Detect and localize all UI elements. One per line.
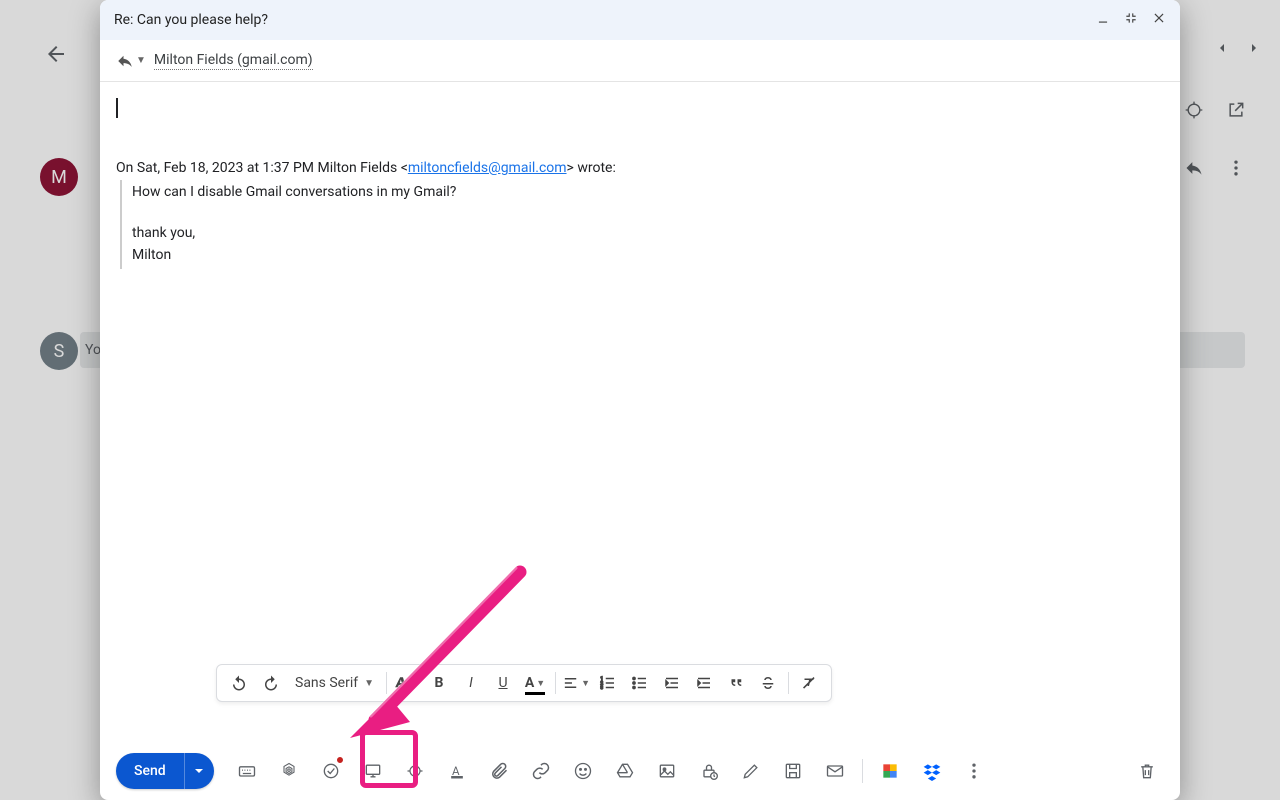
mail-icon[interactable] (818, 754, 852, 788)
grammar-icon[interactable] (314, 754, 348, 788)
bulleted-list-button[interactable] (626, 669, 654, 697)
pen-icon[interactable] (734, 754, 768, 788)
format-toolbar: Sans Serif▼ ▼ B I U A▼ ▼ 123 (216, 664, 832, 702)
send-button[interactable]: Send (116, 753, 214, 789)
chatgpt-icon[interactable] (272, 754, 306, 788)
photos-icon[interactable] (873, 754, 907, 788)
font-size-button[interactable]: ▼ (393, 669, 421, 697)
attach-icon[interactable] (482, 754, 516, 788)
emoji-icon[interactable] (566, 754, 600, 788)
minimize-icon[interactable] (1096, 11, 1110, 29)
compose-header: Re: Can you please help? (100, 0, 1180, 40)
underline-button[interactable]: U (489, 669, 517, 697)
discard-icon[interactable] (1130, 754, 1164, 788)
recipient-chip[interactable]: Milton Fields (gmail.com) (154, 52, 313, 70)
save-icon[interactable] (776, 754, 810, 788)
font-family-button[interactable]: Sans Serif▼ (289, 669, 380, 697)
bold-button[interactable]: B (425, 669, 453, 697)
indent-less-button[interactable] (658, 669, 686, 697)
compose-window: Re: Can you please help? ▼ Milton Fields… (100, 0, 1180, 800)
align-button[interactable]: ▼ (562, 669, 590, 697)
recipient-row[interactable]: ▼ Milton Fields (gmail.com) (100, 40, 1180, 82)
send-more-button[interactable] (184, 753, 214, 789)
screen-icon[interactable] (356, 754, 390, 788)
quote-intro: On Sat, Feb 18, 2023 at 1:37 PM Milton F… (116, 158, 1164, 178)
italic-button[interactable]: I (457, 669, 485, 697)
link-icon[interactable] (524, 754, 558, 788)
strikethrough-button[interactable] (754, 669, 782, 697)
exit-fullscreen-icon[interactable] (1124, 11, 1138, 29)
reply-type-button[interactable]: ▼ (116, 52, 146, 70)
quoted-email-link[interactable]: miltoncfields@gmail.com (408, 160, 567, 176)
compose-body[interactable]: On Sat, Feb 18, 2023 at 1:37 PM Milton F… (100, 82, 1180, 742)
chevron-down-icon: ▼ (136, 55, 146, 66)
compose-subject: Re: Can you please help? (114, 12, 1096, 28)
target-icon[interactable] (398, 754, 432, 788)
send-label[interactable]: Send (116, 753, 184, 789)
quote-button[interactable] (722, 669, 750, 697)
quote-block: How can I disable Gmail conversations in… (120, 180, 1164, 269)
dropbox-icon[interactable] (915, 754, 949, 788)
clear-format-button[interactable] (795, 669, 823, 697)
format-toggle-button[interactable]: A (440, 754, 474, 788)
text-cursor (116, 98, 118, 118)
close-icon[interactable] (1152, 11, 1166, 29)
keyboard-icon[interactable] (230, 754, 264, 788)
more-options-icon[interactable] (957, 754, 991, 788)
undo-button[interactable] (225, 669, 253, 697)
svg-text:3: 3 (601, 685, 604, 691)
indent-more-button[interactable] (690, 669, 718, 697)
image-icon[interactable] (650, 754, 684, 788)
redo-button[interactable] (257, 669, 285, 697)
confidential-icon[interactable] (692, 754, 726, 788)
numbered-list-button[interactable]: 123 (594, 669, 622, 697)
compose-bottom-toolbar: Send A (100, 742, 1180, 800)
text-color-button[interactable]: A▼ (521, 669, 549, 697)
drive-icon[interactable] (608, 754, 642, 788)
